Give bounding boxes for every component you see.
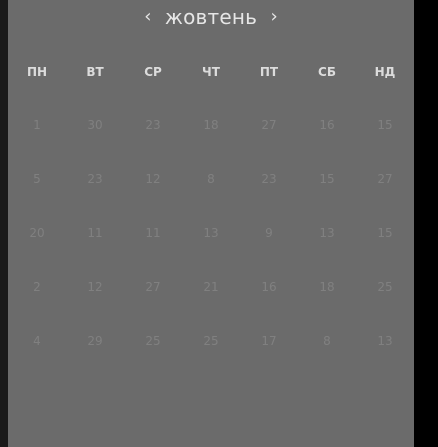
weekday-mon: ПН [26, 65, 48, 79]
day-cell[interactable]: 18 [182, 98, 240, 152]
day-cell[interactable]: 21 [182, 260, 240, 314]
day-cell[interactable]: 25 [182, 314, 240, 368]
day-cell[interactable]: 4 [8, 314, 66, 368]
chevron-right-icon[interactable]: › [263, 5, 285, 29]
day-cell[interactable]: 11 [66, 206, 124, 260]
day-cell[interactable]: 13 [298, 206, 356, 260]
calendar-header: ‹ жовтень › [8, 3, 414, 31]
weekday-row: ПН ВТ СР ЧТ ПТ СБ НД [8, 62, 414, 82]
right-edge-strip [414, 0, 438, 447]
day-cell[interactable]: 27 [124, 260, 182, 314]
weekday-fri: ПТ [259, 65, 279, 79]
day-cell[interactable]: 15 [298, 152, 356, 206]
chevron-left-icon[interactable]: ‹ [137, 5, 159, 29]
day-cell[interactable]: 12 [124, 152, 182, 206]
weekday-wed: СР [144, 65, 162, 79]
day-cell[interactable]: 27 [240, 98, 298, 152]
day-cell[interactable]: 11 [124, 206, 182, 260]
day-cell[interactable]: 23 [66, 152, 124, 206]
day-cell[interactable]: 13 [182, 206, 240, 260]
day-cell[interactable]: 5 [8, 152, 66, 206]
day-cell[interactable]: 27 [356, 152, 414, 206]
day-cell[interactable]: 29 [66, 314, 124, 368]
day-cell[interactable]: 18 [298, 260, 356, 314]
day-cell[interactable]: 25 [356, 260, 414, 314]
calendar-panel: ‹ жовтень › ПН ВТ СР ЧТ ПТ СБ НД 1 30 23… [8, 0, 414, 447]
day-cell[interactable]: 1 [8, 98, 66, 152]
day-cell[interactable]: 16 [298, 98, 356, 152]
day-cell[interactable]: 8 [298, 314, 356, 368]
month-title: жовтень [164, 5, 258, 29]
weekday-thu: ЧТ [202, 65, 220, 79]
day-cell[interactable]: 16 [240, 260, 298, 314]
day-cell[interactable]: 9 [240, 206, 298, 260]
day-cell[interactable]: 15 [356, 98, 414, 152]
day-cell[interactable]: 30 [66, 98, 124, 152]
weekday-sat: СБ [318, 65, 336, 79]
left-edge-strip [0, 0, 8, 447]
day-cell[interactable]: 8 [182, 152, 240, 206]
day-cell[interactable]: 23 [240, 152, 298, 206]
day-cell[interactable]: 2 [8, 260, 66, 314]
weekday-tue: ВТ [86, 65, 104, 79]
day-cell[interactable]: 15 [356, 206, 414, 260]
weekday-sun: НД [374, 65, 396, 79]
day-grid: 1 30 23 18 27 16 15 5 23 12 8 23 15 27 2… [8, 98, 414, 368]
day-cell[interactable]: 23 [124, 98, 182, 152]
day-cell[interactable]: 20 [8, 206, 66, 260]
day-cell[interactable]: 17 [240, 314, 298, 368]
day-cell[interactable]: 25 [124, 314, 182, 368]
day-cell[interactable]: 12 [66, 260, 124, 314]
day-cell[interactable]: 13 [356, 314, 414, 368]
